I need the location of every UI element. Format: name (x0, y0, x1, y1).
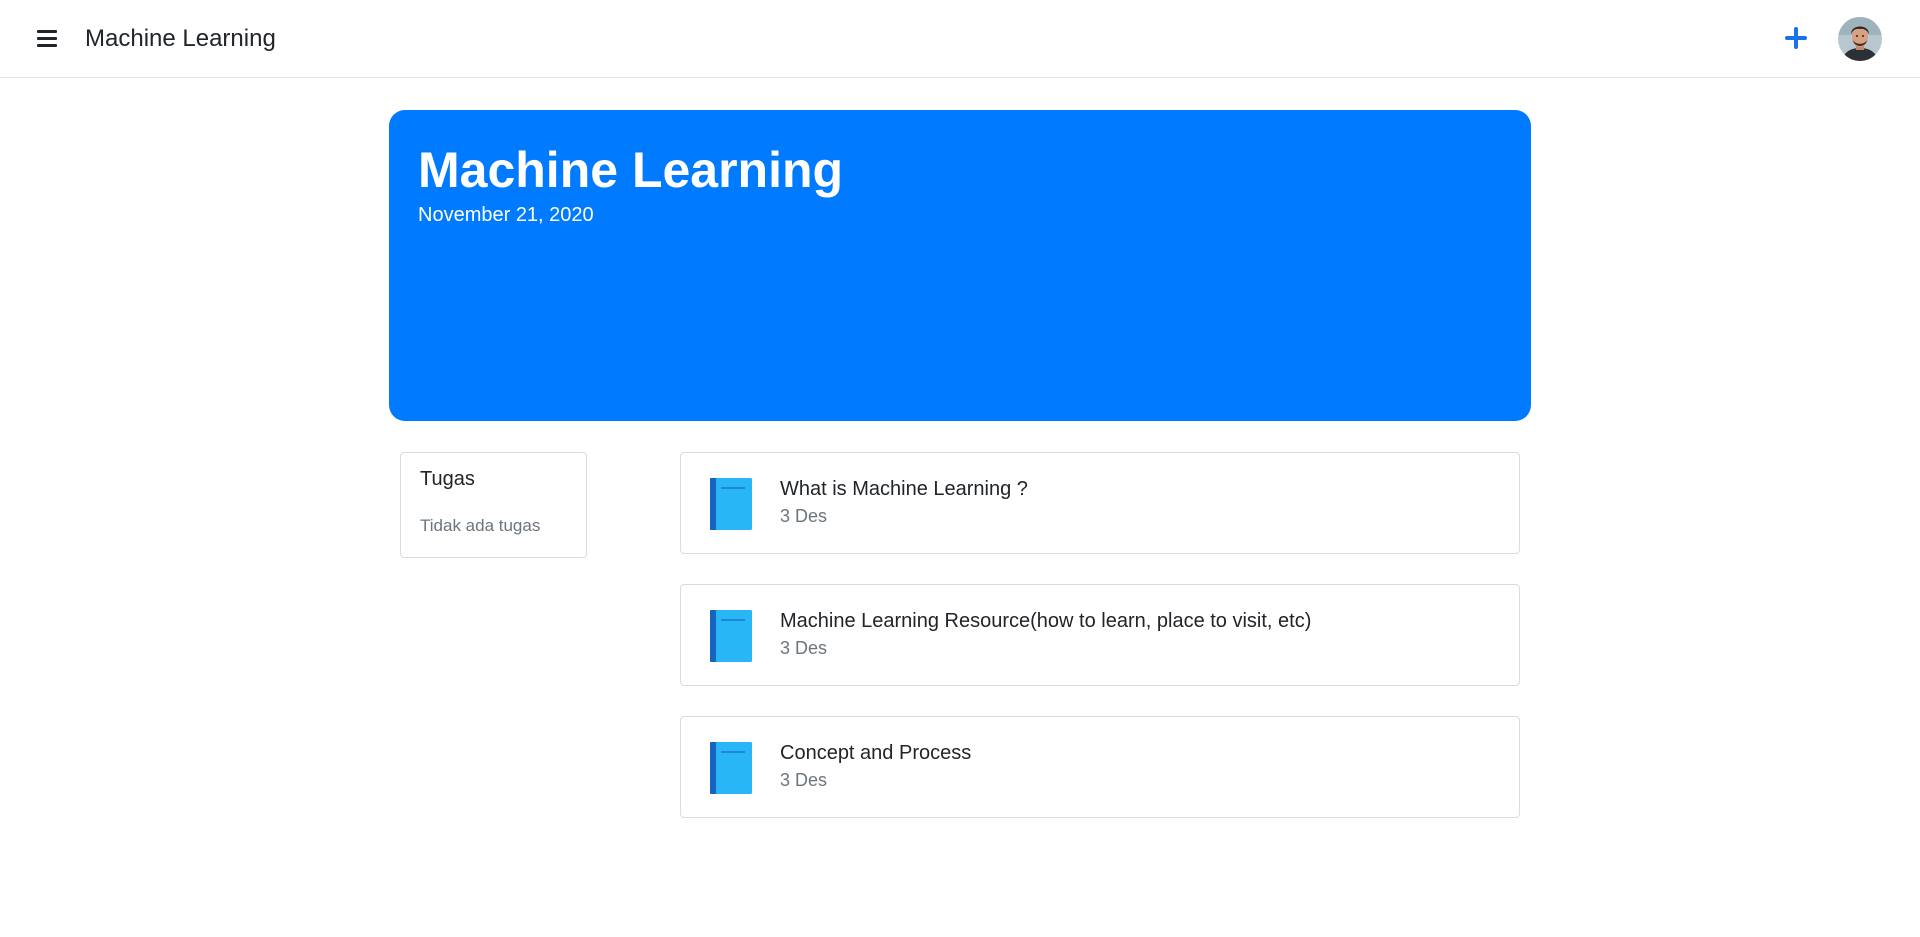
book-icon (710, 478, 752, 530)
material-card[interactable]: Concept and Process 3 Des (680, 716, 1520, 818)
tugas-empty-text: Tidak ada tugas (420, 516, 541, 535)
book-icon (710, 742, 752, 794)
material-date: 3 Des (780, 770, 828, 790)
class-title: Machine Learning (418, 142, 844, 198)
tugas-title: Tugas (420, 468, 475, 490)
top-navbar: Machine Learning (0, 0, 1920, 78)
plus-icon[interactable] (1782, 24, 1810, 52)
book-icon (710, 610, 752, 662)
material-title: What is Machine Learning ? (780, 478, 1028, 500)
material-title: Machine Learning Resource(how to learn, … (780, 610, 1312, 632)
app-title: Machine Learning (85, 25, 276, 52)
tugas-card: Tugas Tidak ada tugas (400, 452, 587, 558)
material-card[interactable]: What is Machine Learning ? 3 Des (680, 452, 1520, 554)
material-date: 3 Des (780, 506, 828, 526)
class-banner: Machine Learning November 21, 2020 (389, 110, 1531, 421)
material-title: Concept and Process (780, 742, 972, 764)
material-card[interactable]: Machine Learning Resource(how to learn, … (680, 584, 1520, 686)
material-date: 3 Des (780, 638, 828, 658)
hamburger-menu-icon[interactable] (34, 26, 60, 52)
avatar[interactable] (1838, 17, 1882, 61)
class-date: November 21, 2020 (418, 204, 594, 226)
